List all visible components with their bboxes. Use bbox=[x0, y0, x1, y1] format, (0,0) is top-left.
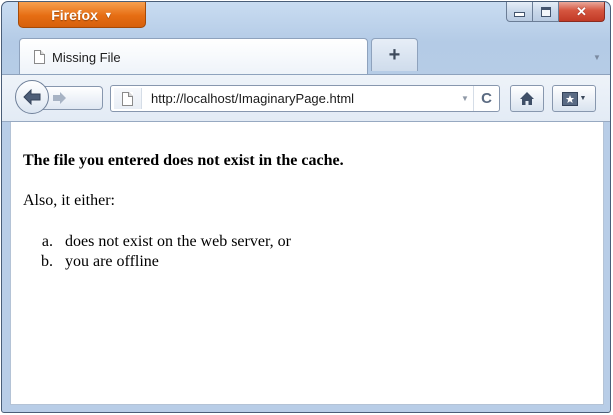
new-tab-button[interactable]: + bbox=[371, 38, 418, 71]
tab-missing-file[interactable]: Missing File bbox=[19, 38, 368, 75]
plus-icon: + bbox=[388, 43, 401, 66]
url-field[interactable]: http://localhost/ImaginaryPage.html bbox=[151, 91, 457, 106]
reason-list: a. does not exist on the web server, or … bbox=[23, 232, 603, 272]
chevron-down-icon: ▼ bbox=[579, 95, 587, 102]
minimize-button[interactable] bbox=[506, 2, 533, 22]
reload-icon: C bbox=[481, 90, 492, 107]
list-item-text: you are offline bbox=[65, 253, 159, 270]
url-history-dropdown-icon[interactable]: ▼ bbox=[457, 94, 473, 103]
list-marker: b. bbox=[41, 253, 53, 270]
bookmarks-button[interactable]: ▼ bbox=[552, 85, 596, 112]
maximize-button[interactable] bbox=[533, 2, 559, 22]
back-arrow-icon bbox=[23, 89, 41, 105]
forward-arrow-icon bbox=[53, 92, 66, 104]
chevron-down-icon: ▼ bbox=[103, 9, 113, 20]
error-heading: The file you entered does not exist in t… bbox=[23, 152, 344, 169]
site-identity-button[interactable] bbox=[114, 88, 142, 109]
list-item: b. you are offline bbox=[23, 252, 603, 272]
page-content: The file you entered does not exist in t… bbox=[10, 122, 604, 405]
error-intro: Also, it either: bbox=[23, 192, 115, 209]
list-item-text: does not exist on the web server, or bbox=[65, 233, 291, 250]
back-button[interactable] bbox=[15, 80, 49, 114]
list-marker: a. bbox=[41, 233, 53, 250]
navigation-toolbar: http://localhost/ImaginaryPage.html ▼ C … bbox=[2, 74, 610, 122]
list-item: a. does not exist on the web server, or bbox=[23, 232, 603, 252]
page-icon bbox=[122, 91, 133, 106]
reload-button[interactable]: C bbox=[473, 86, 499, 111]
list-all-tabs-button[interactable]: ▼ bbox=[590, 50, 604, 64]
url-bar[interactable]: http://localhost/ImaginaryPage.html ▼ C bbox=[110, 85, 500, 112]
chevron-down-icon: ▼ bbox=[593, 52, 601, 62]
home-icon bbox=[520, 92, 534, 105]
page-icon bbox=[34, 50, 45, 64]
maximize-icon bbox=[540, 6, 551, 17]
bookmarks-icon bbox=[561, 91, 578, 106]
minimize-icon bbox=[514, 11, 525, 17]
tab-title: Missing File bbox=[52, 49, 121, 65]
browser-window: Firefox ▼ ✕ Missing File + ▼ http://loca… bbox=[1, 1, 611, 413]
home-button[interactable] bbox=[510, 85, 544, 112]
close-button[interactable]: ✕ bbox=[559, 2, 605, 22]
firefox-menu-button[interactable]: Firefox ▼ bbox=[18, 2, 146, 28]
window-controls: ✕ bbox=[506, 2, 605, 22]
back-forward-group bbox=[15, 80, 108, 114]
close-icon: ✕ bbox=[576, 4, 587, 19]
firefox-menu-label: Firefox bbox=[51, 6, 98, 23]
